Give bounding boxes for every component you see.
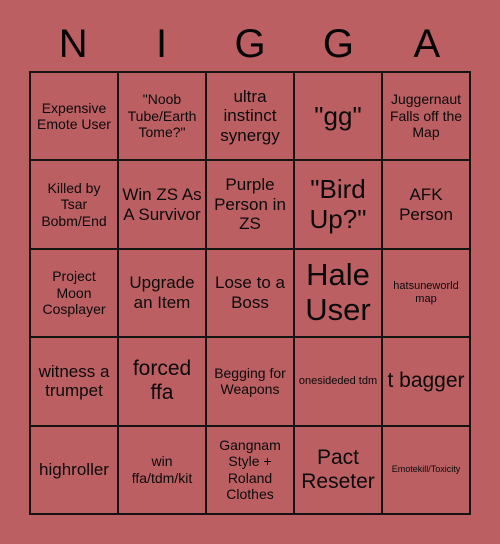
bingo-cell-label: "Bird Up?" bbox=[309, 174, 367, 234]
bingo-cell-r5-c5[interactable]: Emotekill/Toxicity bbox=[383, 426, 471, 515]
bingo-cell-r3-c2[interactable]: Upgrade an Item bbox=[119, 249, 207, 339]
bingo-cell-r1-c1[interactable]: Expensive Emote User bbox=[31, 73, 119, 162]
bingo-cell-label: onesideded tdm bbox=[298, 374, 378, 387]
bingo-cell-r3-c5[interactable]: hatsuneworld map bbox=[383, 249, 471, 339]
bingo-cell-label: Purple Person in ZS bbox=[214, 175, 286, 234]
bingo-cell-r1-c5[interactable]: Juggernaut Falls off the Map bbox=[383, 73, 471, 162]
bingo-cell-r3-c3[interactable]: Lose to a Boss bbox=[207, 249, 295, 339]
bingo-cell-r4-c2[interactable]: forced ffa bbox=[119, 338, 207, 427]
bingo-cell-label: win ffa/tdm/kit bbox=[131, 453, 193, 486]
header-letter-1: N bbox=[58, 22, 88, 66]
bingo-cell-label: "gg" bbox=[314, 100, 362, 131]
bingo-grid: Expensive Emote User "Noob Tube/Earth Tom… bbox=[29, 71, 471, 515]
bingo-cell-label: Hale User bbox=[305, 257, 371, 327]
bingo-card: N I G G A Expensive Emote User "Noob Tube… bbox=[0, 0, 500, 544]
bingo-cell-label: highroller bbox=[39, 459, 109, 479]
header-letter-5: A bbox=[413, 22, 441, 66]
bingo-cell-label: "Noob Tube/Earth Tome?" bbox=[127, 91, 197, 141]
bingo-cell-label: Gangnam Style + Roland Clothes bbox=[219, 436, 281, 503]
bingo-cell-label: Juggernaut Falls off the Map bbox=[389, 91, 463, 141]
bingo-cell-label: Win ZS As A Survivor bbox=[122, 184, 202, 224]
bingo-cell-label: Lose to a Boss bbox=[215, 273, 285, 312]
bingo-cell-r4-c4[interactable]: onesideded tdm bbox=[295, 338, 383, 427]
bingo-cell-r1-c4[interactable]: "gg" bbox=[295, 73, 383, 162]
bingo-cell-label: hatsuneworld map bbox=[393, 279, 459, 305]
bingo-cell-label: AFK Person bbox=[399, 184, 453, 224]
bingo-cell-r2-c5[interactable]: AFK Person bbox=[383, 161, 471, 250]
bingo-cell-label: Upgrade an Item bbox=[129, 273, 195, 312]
bingo-cell-r2-c3[interactable]: Purple Person in ZS bbox=[207, 161, 295, 250]
bingo-cell-label: Pact Reseter bbox=[301, 445, 375, 493]
bingo-cell-r2-c2[interactable]: Win ZS As A Survivor bbox=[119, 161, 207, 250]
header-letter-3: G bbox=[234, 22, 266, 66]
bingo-cell-r2-c4[interactable]: "Bird Up?" bbox=[295, 161, 383, 250]
bingo-cell-label: witness a trumpet bbox=[38, 361, 110, 401]
bingo-cell-label: Expensive Emote User bbox=[37, 99, 111, 133]
bingo-cell-r3-c1[interactable]: Project Moon Cosplayer bbox=[31, 249, 119, 339]
header-letter-4: G bbox=[322, 22, 354, 66]
bingo-cell-label: Emotekill/Toxicity bbox=[391, 464, 461, 475]
bingo-cell-r1-c3[interactable]: ultra instinct synergy bbox=[207, 73, 295, 162]
bingo-cell-r3-c4[interactable]: Hale User bbox=[295, 249, 383, 339]
bingo-cell-r4-c1[interactable]: witness a trumpet bbox=[31, 338, 119, 427]
bingo-cell-r5-c3[interactable]: Gangnam Style + Roland Clothes bbox=[207, 426, 295, 515]
bingo-cell-r4-c3[interactable]: Begging for Weapons bbox=[207, 338, 295, 427]
bingo-header-row: N I G G A bbox=[29, 18, 471, 70]
bingo-cell-label: Project Moon Cosplayer bbox=[42, 268, 106, 318]
bingo-cell-label: Begging for Weapons bbox=[214, 364, 286, 398]
bingo-cell-r5-c4[interactable]: Pact Reseter bbox=[295, 426, 383, 515]
bingo-cell-r5-c1[interactable]: highroller bbox=[31, 426, 119, 515]
bingo-cell-label: Killed by Tsar Bobm/End bbox=[41, 179, 107, 229]
bingo-cell-r5-c2[interactable]: win ffa/tdm/kit bbox=[119, 426, 207, 515]
bingo-cell-label: forced ffa bbox=[132, 357, 192, 405]
bingo-cell-label: t bagger bbox=[387, 369, 465, 393]
bingo-cell-label: ultra instinct synergy bbox=[220, 86, 280, 146]
bingo-cell-r1-c2[interactable]: "Noob Tube/Earth Tome?" bbox=[119, 73, 207, 162]
bingo-cell-r2-c1[interactable]: Killed by Tsar Bobm/End bbox=[31, 161, 119, 250]
header-letter-2: I bbox=[156, 22, 168, 66]
bingo-cell-r4-c5[interactable]: t bagger bbox=[383, 338, 471, 427]
